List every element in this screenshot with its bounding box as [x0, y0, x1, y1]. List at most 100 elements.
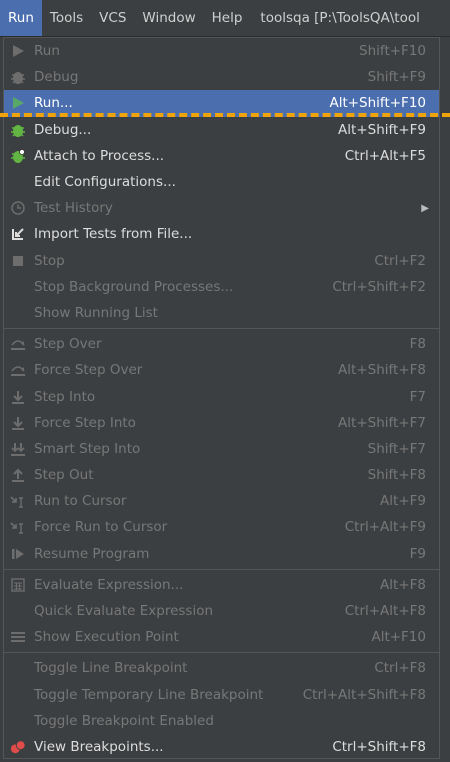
- menu-item-label: Test History: [34, 200, 113, 217]
- menu-item-shortcut: Shift+F7: [367, 440, 426, 457]
- menu-item-test-history[interactable]: Test History ▶: [4, 195, 439, 221]
- menu-item-edit-configurations[interactable]: Edit Configurations...: [4, 169, 439, 195]
- step-into-icon: [10, 389, 26, 405]
- menu-item-label: Step Into: [34, 388, 96, 405]
- empty-icon-slot: [10, 603, 26, 619]
- force-step-into-icon: [10, 415, 26, 431]
- menu-item-shortcut: Ctrl+Shift+F8: [332, 738, 426, 755]
- menu-item-label: Stop Background Processes...: [34, 278, 234, 295]
- submenu-arrow-icon: ▶: [421, 202, 429, 214]
- menu-item-label: Smart Step Into: [34, 440, 141, 457]
- menu-window[interactable]: Window: [134, 0, 203, 36]
- menu-item-label: Debug: [34, 69, 79, 86]
- menu-item-debug[interactable]: Debug... Alt+Shift+F9: [4, 117, 439, 143]
- menu-item-shortcut: Ctrl+Alt+F9: [344, 519, 426, 536]
- menu-item-label: Show Execution Point: [34, 629, 179, 646]
- menu-item-label: Quick Evaluate Expression: [34, 603, 214, 620]
- menu-item-toggle-breakpoint-enabled[interactable]: Toggle Breakpoint Enabled: [4, 708, 439, 734]
- breakpoints-icon: [10, 739, 26, 755]
- force-run-to-cursor-icon: [10, 519, 26, 535]
- menu-item-toggle-temporary-line-breakpoint[interactable]: Toggle Temporary Line Breakpoint Ctrl+Alt…: [4, 682, 439, 708]
- menu-item-label: Edit Configurations...: [34, 174, 176, 191]
- menu-item-force-step-over[interactable]: Force Step Over Alt+Shift+F8: [4, 357, 439, 383]
- menu-item-label: Stop: [34, 252, 65, 269]
- menu-item-shortcut: Alt+Shift+F7: [338, 414, 426, 431]
- resume-icon: [10, 546, 26, 562]
- menu-item-shortcut: Shift+F9: [367, 69, 426, 86]
- menu-item-resume-program[interactable]: Resume Program F9: [4, 541, 439, 567]
- menu-item-shortcut: Alt+Shift+F10: [329, 95, 426, 112]
- menu-bar: Run Tools VCS Window Help toolsqa [P:\To…: [0, 0, 450, 37]
- menu-item-label: Evaluate Expression...: [34, 576, 184, 593]
- menu-item-shortcut: F9: [409, 545, 426, 562]
- menu-item-shortcut: Alt+Shift+F8: [338, 362, 426, 379]
- highlight-dashed-line: [0, 113, 450, 117]
- menu-item-label: Show Running List: [34, 304, 158, 321]
- empty-icon-slot: [10, 305, 26, 321]
- empty-icon-slot: [10, 660, 26, 676]
- menu-item-step-over[interactable]: Step Over F8: [4, 331, 439, 357]
- menu-item-force-run-to-cursor[interactable]: Force Run to Cursor Ctrl+Alt+F9: [4, 514, 439, 540]
- empty-icon-slot: [10, 174, 26, 190]
- menu-item-label: Debug...: [34, 121, 92, 138]
- menu-item-label: View Breakpoints...: [34, 738, 164, 755]
- smart-step-into-icon: [10, 441, 26, 457]
- menu-item-step-out[interactable]: Step Out Shift+F8: [4, 462, 439, 488]
- bug-icon: [10, 69, 26, 85]
- stop-icon: [10, 253, 26, 269]
- play-icon: [10, 43, 26, 59]
- menu-item-shortcut: Ctrl+Alt+F5: [344, 147, 426, 164]
- menu-item-shortcut: F7: [409, 388, 426, 405]
- menu-item-label: Attach to Process...: [34, 147, 165, 164]
- menu-item-import-tests-from-file[interactable]: Import Tests from File...: [4, 221, 439, 247]
- menu-item-step-into[interactable]: Step Into F7: [4, 383, 439, 409]
- attach-bug-icon: [10, 148, 26, 164]
- menu-item-attach-to-process[interactable]: Attach to Process... Ctrl+Alt+F5: [4, 143, 439, 169]
- menu-item-label: Toggle Breakpoint Enabled: [34, 712, 214, 729]
- menu-item-shortcut: Alt+F9: [380, 493, 426, 510]
- menu-item-label: Import Tests from File...: [34, 226, 193, 243]
- menu-item-label: Run...: [34, 95, 73, 112]
- menu-item-shortcut: Shift+F8: [367, 467, 426, 484]
- menu-item-quick-evaluate-expression[interactable]: Quick Evaluate Expression Ctrl+Alt+F8: [4, 598, 439, 624]
- menu-help[interactable]: Help: [204, 0, 251, 36]
- menu-item-evaluate-expression[interactable]: Evaluate Expression... Alt+F8: [4, 572, 439, 598]
- menu-item-label: Step Over: [34, 336, 102, 353]
- menu-item-shortcut: Ctrl+Alt+Shift+F8: [302, 686, 426, 703]
- bug-icon: [10, 122, 26, 138]
- menu-item-run[interactable]: Run Shift+F10: [4, 38, 439, 64]
- menu-item-label: Step Out: [34, 467, 94, 484]
- menu-item-label: Toggle Temporary Line Breakpoint: [34, 686, 264, 703]
- step-out-icon: [10, 467, 26, 483]
- menu-item-label: Force Run to Cursor: [34, 519, 168, 536]
- menu-item-shortcut: Alt+Shift+F9: [338, 121, 426, 138]
- menu-item-force-step-into[interactable]: Force Step Into Alt+Shift+F7: [4, 410, 439, 436]
- calculator-icon: [10, 577, 26, 593]
- menu-item-toggle-line-breakpoint[interactable]: Toggle Line Breakpoint Ctrl+F8: [4, 655, 439, 681]
- menu-item-show-running-list[interactable]: Show Running List: [4, 300, 439, 326]
- menu-item-label: Force Step Into: [34, 414, 136, 431]
- menu-tools[interactable]: Tools: [42, 0, 91, 36]
- menu-item-run-to-cursor[interactable]: Run to Cursor Alt+F9: [4, 488, 439, 514]
- menu-item-smart-step-into[interactable]: Smart Step Into Shift+F7: [4, 436, 439, 462]
- execution-point-icon: [10, 629, 26, 645]
- menu-item-label: Run: [34, 43, 60, 60]
- empty-icon-slot: [10, 713, 26, 729]
- menu-item-view-breakpoints[interactable]: View Breakpoints... Ctrl+Shift+F8: [4, 734, 439, 758]
- menu-item-label: Force Step Over: [34, 362, 143, 379]
- force-step-over-icon: [10, 362, 26, 378]
- menu-item-shortcut: Ctrl+Shift+F2: [332, 278, 426, 295]
- import-icon: [10, 226, 26, 242]
- menu-run[interactable]: Run: [0, 0, 42, 36]
- menu-item-shortcut: F8: [409, 336, 426, 353]
- menu-item-stop-background-processes[interactable]: Stop Background Processes... Ctrl+Shift+F…: [4, 274, 439, 300]
- menu-item-shortcut: Alt+F10: [371, 629, 426, 646]
- menu-separator: [4, 652, 439, 654]
- menu-vcs[interactable]: VCS: [91, 0, 134, 36]
- menu-item-debug[interactable]: Debug Shift+F9: [4, 64, 439, 90]
- menu-item-label: Run to Cursor: [34, 493, 127, 510]
- menu-item-show-execution-point[interactable]: Show Execution Point Alt+F10: [4, 624, 439, 650]
- menu-item-label: Resume Program: [34, 545, 150, 562]
- menu-item-shortcut: Shift+F10: [359, 43, 426, 60]
- menu-item-stop[interactable]: Stop Ctrl+F2: [4, 248, 439, 274]
